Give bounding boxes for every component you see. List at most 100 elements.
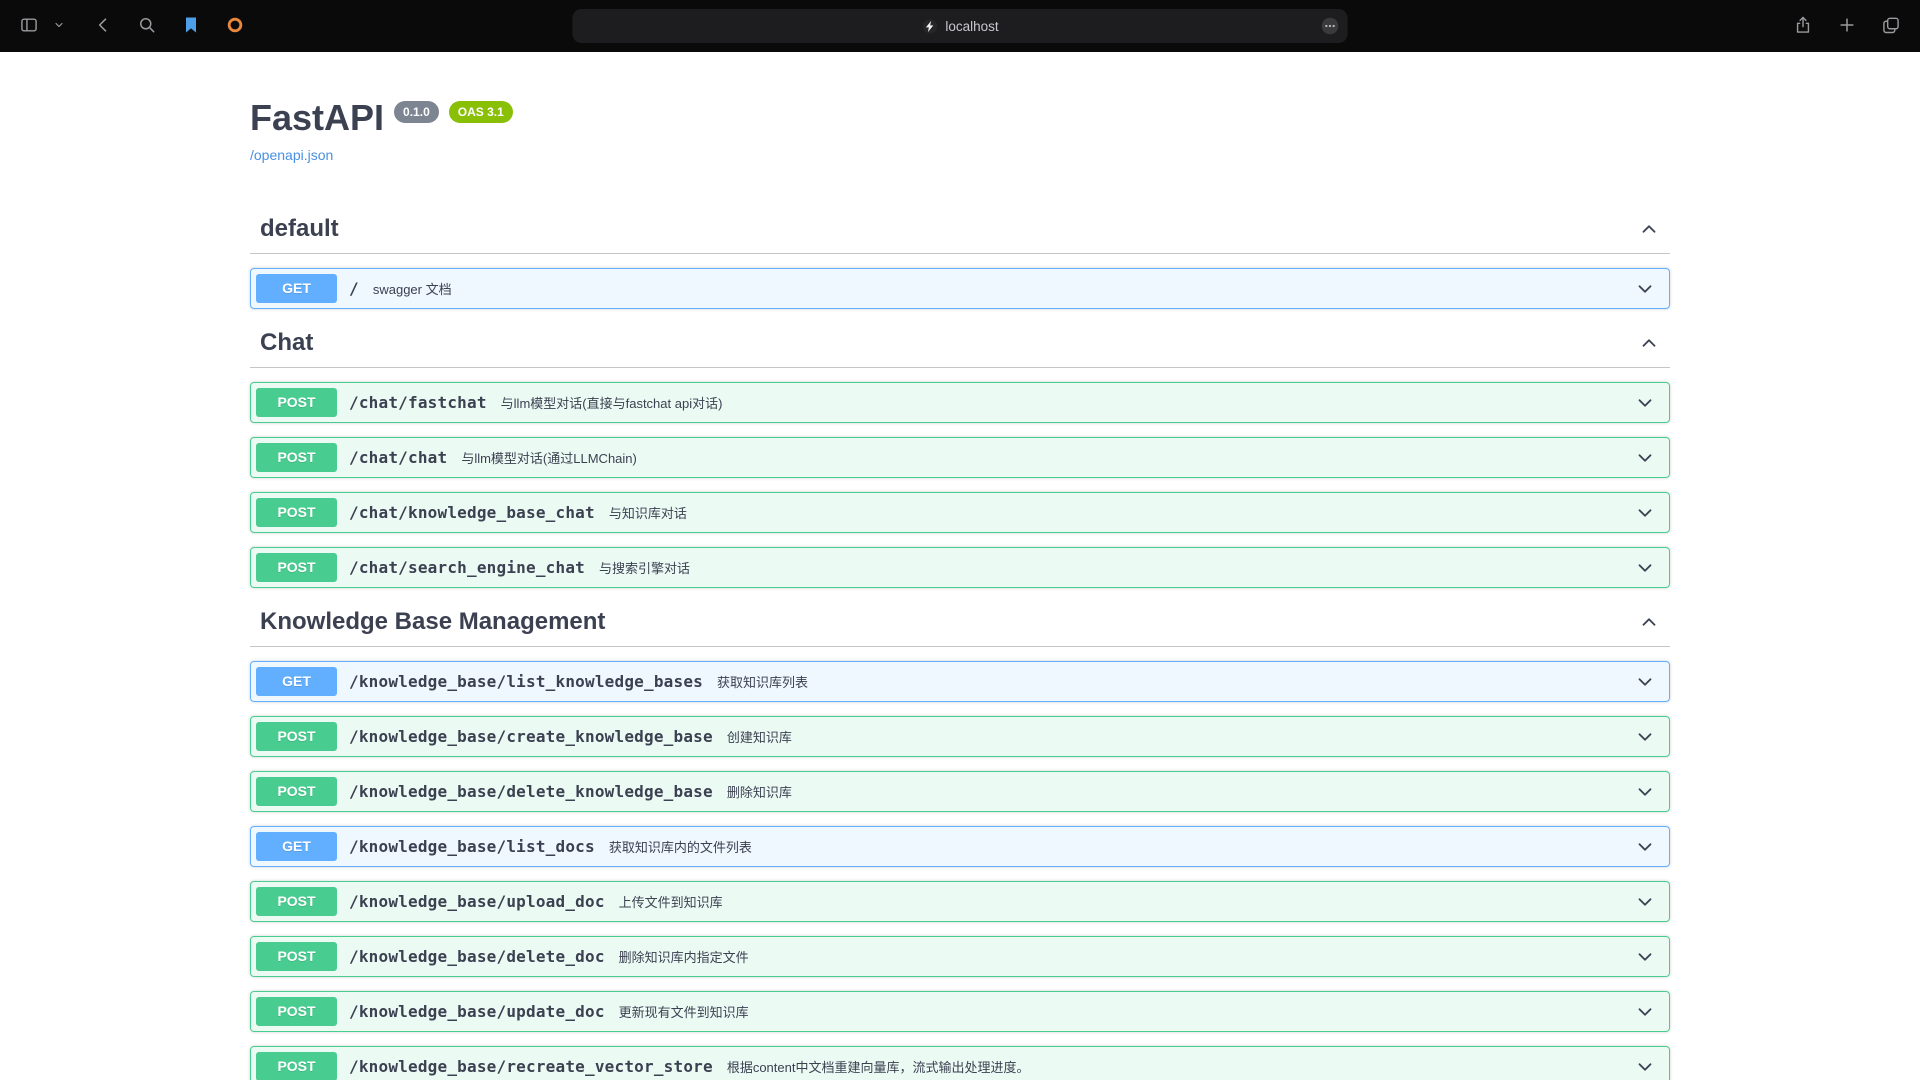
tab-overview-button[interactable] [1878,13,1904,39]
sidebar-toggle-icon [19,15,39,38]
expand-endpoint-icon[interactable] [1634,557,1656,579]
section-header[interactable]: Chat [250,319,1670,368]
tab-groups-chevron-button[interactable] [46,13,72,39]
endpoint-path: /chat/chat [349,448,447,467]
endpoint-row[interactable]: POST /knowledge_base/delete_knowledge_ba… [250,771,1670,812]
method-badge: POST [256,942,337,971]
expand-endpoint-icon[interactable] [1634,278,1656,300]
endpoint-description: 创建知识库 [727,727,792,746]
endpoint-list: GET /knowledge_base/list_knowledge_bases… [250,661,1670,1080]
endpoint-row[interactable]: POST /chat/chat 与llm模型对话(通过LLMChain) [250,437,1670,478]
method-badge: GET [256,667,337,696]
endpoint-path: /knowledge_base/delete_knowledge_base [349,782,713,801]
method-badge: GET [256,832,337,861]
endpoint-path: /knowledge_base/create_knowledge_base [349,727,713,746]
sidebar-toggle-button[interactable] [16,13,42,39]
expand-endpoint-icon[interactable] [1634,781,1656,803]
endpoint-summary: POST /knowledge_base/create_knowledge_ba… [251,717,1669,756]
method-badge: POST [256,777,337,806]
collapse-section-icon[interactable] [1638,218,1660,240]
method-badge: POST [256,1052,337,1080]
endpoint-row[interactable]: POST /knowledge_base/create_knowledge_ba… [250,716,1670,757]
version-badge: 0.1.0 [394,101,439,123]
endpoint-path: / [349,279,359,298]
method-badge: POST [256,498,337,527]
page-title: FastAPI 0.1.0 OAS 3.1 [250,98,1670,138]
endpoint-row[interactable]: POST /knowledge_base/delete_doc 删除知识库内指定… [250,936,1670,977]
endpoint-row[interactable]: POST /chat/knowledge_base_chat 与知识库对话 [250,492,1670,533]
expand-endpoint-icon[interactable] [1634,502,1656,524]
expand-endpoint-icon[interactable] [1634,447,1656,469]
endpoint-path: /chat/search_engine_chat [349,558,585,577]
endpoint-row[interactable]: POST /chat/fastchat 与llm模型对话(直接与fastchat… [250,382,1670,423]
search-button[interactable] [134,13,160,39]
browser-toolbar: localhost [0,0,1920,52]
expand-endpoint-icon[interactable] [1634,1001,1656,1023]
toolbar-right [1790,13,1904,39]
endpoint-summary: GET / swagger 文档 [251,269,1669,308]
endpoint-list: POST /chat/fastchat 与llm模型对话(直接与fastchat… [250,382,1670,588]
section-title: default [260,215,339,243]
expand-endpoint-icon[interactable] [1634,392,1656,414]
openapi-spec-link[interactable]: /openapi.json [250,147,333,163]
section-header[interactable]: default [250,205,1670,254]
endpoint-summary: POST /chat/search_engine_chat 与搜索引擎对话 [251,548,1669,587]
method-badge: POST [256,997,337,1026]
expand-endpoint-icon[interactable] [1634,671,1656,693]
endpoint-row[interactable]: POST /knowledge_base/recreate_vector_sto… [250,1046,1670,1080]
method-badge: GET [256,274,337,303]
expand-endpoint-icon[interactable] [1634,836,1656,858]
api-section: Chat POST /chat/fastchat 与llm模型对话(直接与fas… [250,319,1670,588]
endpoint-summary: GET /knowledge_base/list_docs 获取知识库内的文件列… [251,827,1669,866]
endpoint-row[interactable]: POST /chat/search_engine_chat 与搜索引擎对话 [250,547,1670,588]
back-icon [93,15,113,38]
endpoint-description: swagger 文档 [373,279,452,298]
site-favicon-icon [921,18,938,35]
expand-endpoint-icon[interactable] [1634,891,1656,913]
expand-endpoint-icon[interactable] [1634,1056,1656,1078]
endpoint-description: 与llm模型对话(直接与fastchat api对话) [501,393,723,412]
api-section: Knowledge Base Management GET /knowledge… [250,598,1670,1080]
method-badge: POST [256,388,337,417]
endpoint-path: /knowledge_base/update_doc [349,1002,605,1021]
method-badge: POST [256,443,337,472]
endpoint-list: GET / swagger 文档 [250,268,1670,309]
endpoint-row[interactable]: GET /knowledge_base/list_knowledge_bases… [250,661,1670,702]
section-title: Knowledge Base Management [260,608,605,636]
extension-blue-button[interactable] [178,13,204,39]
share-button[interactable] [1790,13,1816,39]
new-tab-button[interactable] [1834,13,1860,39]
endpoint-path: /knowledge_base/delete_doc [349,947,605,966]
endpoint-description: 获取知识库内的文件列表 [609,837,752,856]
api-info: FastAPI 0.1.0 OAS 3.1 /openapi.json [250,98,1670,165]
endpoint-summary: POST /chat/knowledge_base_chat 与知识库对话 [251,493,1669,532]
endpoint-row[interactable]: POST /knowledge_base/upload_doc 上传文件到知识库 [250,881,1670,922]
collapse-section-icon[interactable] [1638,611,1660,633]
endpoint-path: /knowledge_base/list_knowledge_bases [349,672,703,691]
address-bar[interactable]: localhost [573,9,1348,43]
endpoint-path: /chat/fastchat [349,393,487,412]
collapse-section-icon[interactable] [1638,332,1660,354]
tabs-icon [1881,15,1901,38]
ring-icon [225,15,245,38]
endpoint-description: 与llm模型对话(通过LLMChain) [461,448,637,467]
back-button[interactable] [90,13,116,39]
oas-badge: OAS 3.1 [449,101,513,123]
expand-endpoint-icon[interactable] [1634,946,1656,968]
section-header[interactable]: Knowledge Base Management [250,598,1670,647]
url-text: localhost [945,19,998,34]
method-badge: POST [256,887,337,916]
endpoint-description: 获取知识库列表 [717,672,808,691]
extension-orange-button[interactable] [222,13,248,39]
toolbar-left [16,13,248,39]
endpoint-row[interactable]: GET /knowledge_base/list_docs 获取知识库内的文件列… [250,826,1670,867]
endpoint-description: 删除知识库 [727,782,792,801]
swagger-ui-page: FastAPI 0.1.0 OAS 3.1 /openapi.json defa… [0,52,1920,1080]
endpoint-row[interactable]: POST /knowledge_base/update_doc 更新现有文件到知… [250,991,1670,1032]
endpoint-row[interactable]: GET / swagger 文档 [250,268,1670,309]
page-menu-icon[interactable] [1320,16,1341,37]
safari-window: localhost FastAPI 0.1.0 [0,0,1920,1080]
endpoint-summary: POST /chat/chat 与llm模型对话(通过LLMChain) [251,438,1669,477]
expand-endpoint-icon[interactable] [1634,726,1656,748]
search-icon [137,15,157,38]
